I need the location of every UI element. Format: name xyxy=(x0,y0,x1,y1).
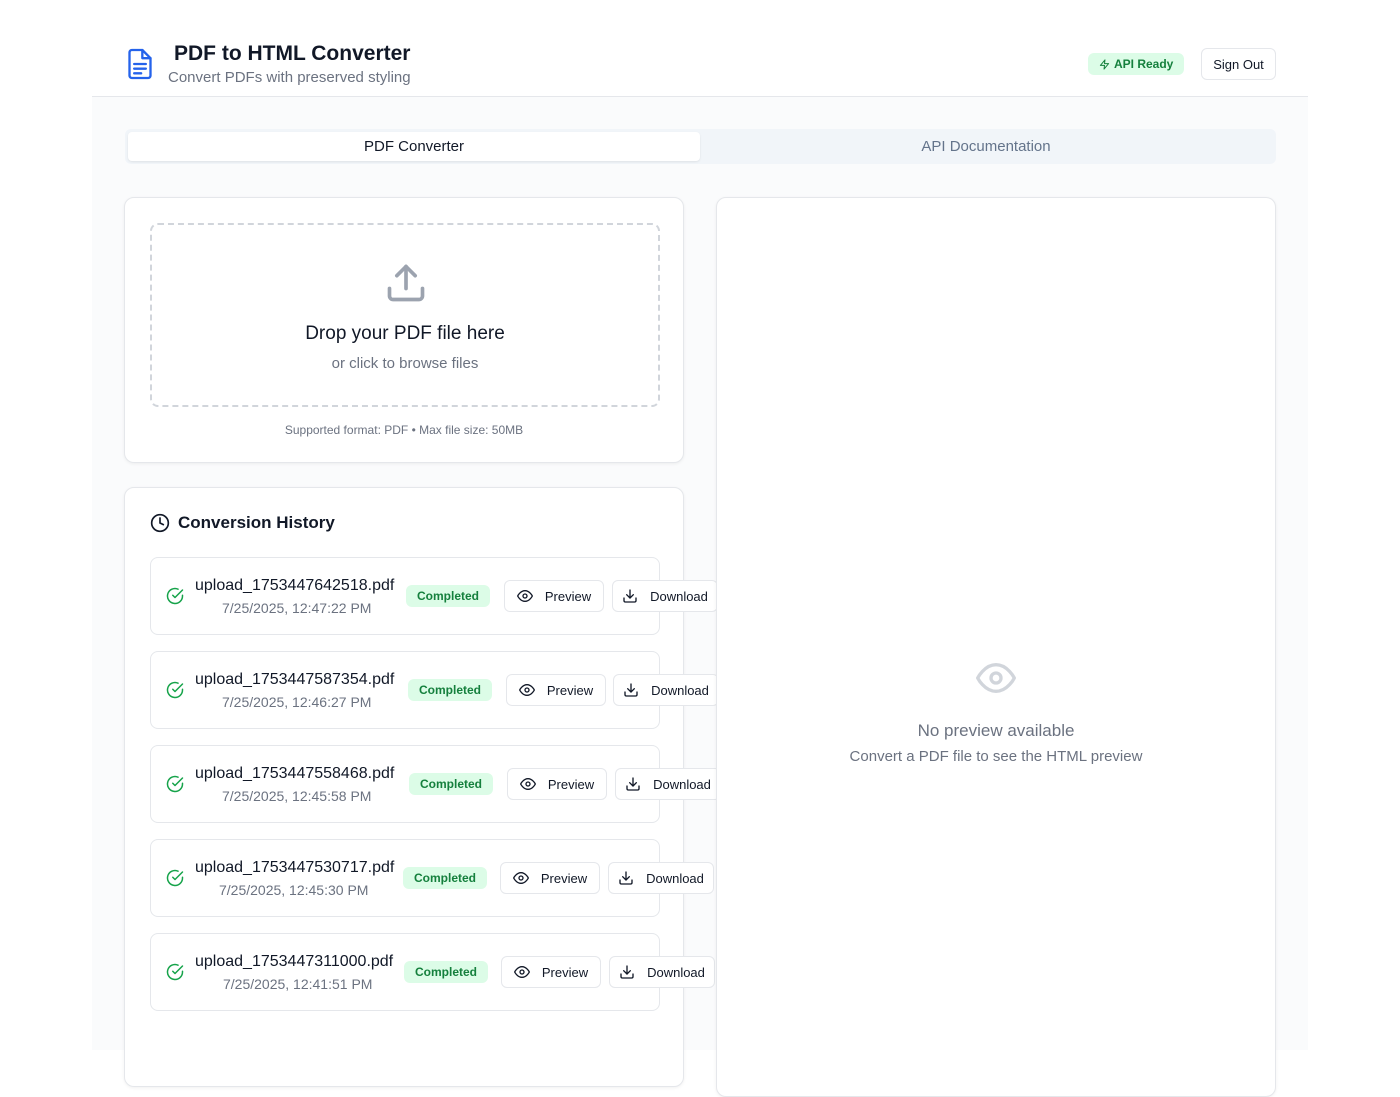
dropzone-subtitle: or click to browse files xyxy=(331,355,479,372)
download-button[interactable]: Download xyxy=(613,674,719,706)
history-row: upload_1753447530717.pdf 7/25/2025, 12:45… xyxy=(150,839,714,917)
download-button-label: Download xyxy=(646,870,704,886)
api-status-badge: API Ready xyxy=(1088,53,1185,75)
dropzone-title: Drop your PDF file here xyxy=(305,323,505,344)
preview-button-label: Preview xyxy=(544,588,592,604)
eye-icon xyxy=(519,778,536,790)
preview-button-label: Preview xyxy=(546,682,594,698)
preview-panel: No preview available Convert a PDF file … xyxy=(716,197,1276,1097)
history-row: upload_1753447587354.pdf 7/25/2025, 12:46… xyxy=(150,651,719,729)
history-date: 7/25/2025, 12:46:27 PM xyxy=(222,694,372,710)
clock-icon xyxy=(150,513,170,533)
pdf-dropzone[interactable]: Drop your PDF file here or click to brow… xyxy=(150,223,660,407)
upload-card: Drop your PDF file here or click to brow… xyxy=(124,197,684,463)
download-button[interactable]: Download xyxy=(609,956,715,988)
preview-button[interactable]: Preview xyxy=(504,580,604,612)
history-filename: upload_1753447587354.pdf xyxy=(195,671,395,688)
no-preview-title: No preview available xyxy=(917,721,1075,740)
preview-button[interactable]: Preview xyxy=(500,862,600,894)
check-circle-icon xyxy=(166,869,184,887)
tab-pdf-converter[interactable]: PDF Converter xyxy=(128,132,700,161)
preview-button[interactable]: Preview xyxy=(507,768,607,800)
no-preview-subtitle: Convert a PDF file to see the HTML previ… xyxy=(849,748,1143,765)
document-icon xyxy=(128,48,152,80)
history-heading: Conversion History xyxy=(150,513,335,533)
download-button[interactable]: Download xyxy=(615,768,721,800)
download-button-label: Download xyxy=(653,776,711,792)
download-icon xyxy=(620,965,634,979)
download-button-label: Download xyxy=(650,588,708,604)
tab-api-documentation[interactable]: API Documentation xyxy=(700,132,1272,161)
status-badge: Completed xyxy=(409,773,494,795)
app-title: PDF to HTML Converter xyxy=(174,42,411,65)
history-date: 7/25/2025, 12:47:22 PM xyxy=(222,600,372,616)
eye-icon xyxy=(518,684,535,696)
conversion-history-card: Conversion History upload_1753447642518.… xyxy=(124,487,721,1087)
status-badge: Completed xyxy=(403,867,488,889)
eye-icon xyxy=(512,872,529,884)
check-circle-icon xyxy=(166,963,184,981)
download-button[interactable]: Download xyxy=(612,580,718,612)
api-status-label: API Ready xyxy=(1114,57,1174,71)
eye-icon xyxy=(516,590,533,602)
history-date: 7/25/2025, 12:45:30 PM xyxy=(219,882,369,898)
history-row: upload_1753447311000.pdf 7/25/2025, 12:41… xyxy=(150,933,715,1011)
history-filename: upload_1753447642518.pdf xyxy=(195,577,395,594)
preview-button-label: Preview xyxy=(547,776,595,792)
history-title: Conversion History xyxy=(178,513,335,532)
preview-button[interactable]: Preview xyxy=(506,674,606,706)
download-button-label: Download xyxy=(647,964,705,980)
status-badge: Completed xyxy=(408,679,493,701)
download-icon xyxy=(624,683,638,697)
upload-icon xyxy=(387,264,425,302)
eye-icon xyxy=(513,966,530,978)
preview-button-label: Preview xyxy=(540,870,588,886)
sign-out-button[interactable]: Sign Out xyxy=(1201,48,1276,80)
download-icon xyxy=(623,589,637,603)
history-filename: upload_1753447530717.pdf xyxy=(195,859,395,876)
download-button-label: Download xyxy=(651,682,709,698)
app-subtitle: Convert PDFs with preserved styling xyxy=(168,69,411,86)
eye-icon xyxy=(976,663,1016,693)
top-header: PDF to HTML Converter Convert PDFs with … xyxy=(92,0,1308,97)
history-filename: upload_1753447311000.pdf xyxy=(195,953,394,970)
download-button[interactable]: Download xyxy=(608,862,714,894)
history-row: upload_1753447642518.pdf 7/25/2025, 12:47… xyxy=(150,557,718,635)
status-badge: Completed xyxy=(406,585,491,607)
history-date: 7/25/2025, 12:45:58 PM xyxy=(222,788,372,804)
lightning-icon xyxy=(1099,58,1110,70)
preview-button-label: Preview xyxy=(541,964,589,980)
download-icon xyxy=(619,871,633,885)
check-circle-icon xyxy=(166,775,184,793)
history-row: upload_1753447558468.pdf 7/25/2025, 12:45… xyxy=(150,745,721,823)
download-icon xyxy=(626,777,640,791)
history-date: 7/25/2025, 12:41:51 PM xyxy=(223,976,373,992)
history-filename: upload_1753447558468.pdf xyxy=(195,765,395,782)
check-circle-icon xyxy=(166,587,184,605)
status-badge: Completed xyxy=(404,961,489,983)
tab-bar: PDF Converter API Documentation xyxy=(125,129,1276,164)
check-circle-icon xyxy=(166,681,184,699)
supported-format-note: Supported format: PDF • Max file size: 5… xyxy=(284,423,524,437)
preview-button[interactable]: Preview xyxy=(501,956,601,988)
